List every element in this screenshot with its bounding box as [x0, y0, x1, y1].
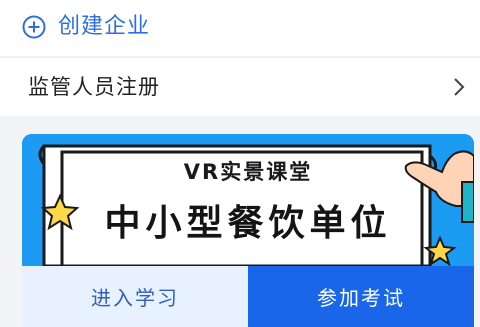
start-learning-button[interactable]: 进入学习	[22, 266, 248, 327]
supervisor-register-row[interactable]: 监管人员注册	[0, 57, 480, 116]
create-enterprise-row[interactable]: 创建企业	[0, 0, 480, 56]
plus-circle-icon	[22, 15, 46, 39]
course-subtitle: VR实景课堂	[183, 160, 313, 184]
chevron-right-icon	[454, 78, 465, 96]
take-exam-button[interactable]: 参加考试	[248, 266, 474, 327]
course-title: 中小型餐饮单位	[104, 203, 392, 244]
course-card: VR实景课堂 中小型餐饮单位 进入学习 参加考试	[22, 134, 474, 327]
supervisor-register-label: 监管人员注册	[28, 75, 160, 99]
create-enterprise-label: 创建企业	[58, 14, 151, 39]
